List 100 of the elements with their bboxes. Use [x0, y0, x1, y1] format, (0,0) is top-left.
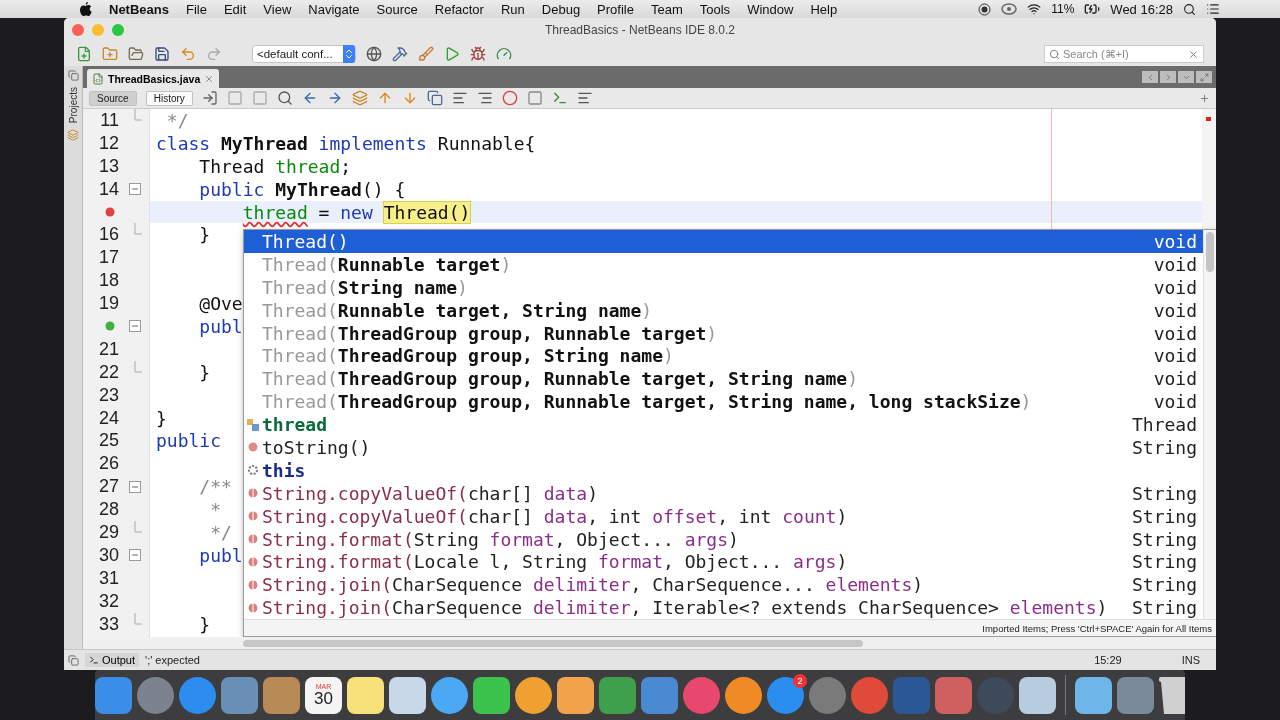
app-icon[interactable] — [557, 676, 594, 714]
completion-item[interactable]: Thread(String name) void — [244, 275, 1203, 299]
app-icon[interactable] — [263, 676, 300, 714]
maximize-window-button[interactable] — [112, 24, 124, 36]
layers-icon[interactable] — [67, 129, 79, 142]
globe-icon[interactable] — [366, 46, 382, 62]
undo-icon[interactable] — [180, 46, 196, 62]
app-icon[interactable] — [1019, 676, 1056, 714]
battery-icon[interactable] — [1084, 1, 1101, 17]
app-menu[interactable]: NetBeans — [109, 1, 169, 17]
scrollbar-thumb[interactable] — [243, 639, 863, 647]
layers-icon[interactable] — [351, 90, 368, 106]
completion-item[interactable]: Thread(Runnable target) void — [244, 252, 1203, 276]
file-plus-icon[interactable] — [76, 46, 92, 62]
menu-item[interactable]: Team — [650, 1, 683, 17]
app-icon[interactable] — [431, 676, 468, 714]
search-icon[interactable] — [1183, 2, 1196, 16]
hammer-icon[interactable] — [392, 46, 408, 62]
completion-item[interactable]: Thread(ThreadGroup group, Runnable target, String name, long stackSize) void — [244, 390, 1203, 414]
close-window-button[interactable] — [72, 24, 84, 36]
fold-icon[interactable] — [129, 320, 141, 333]
app-icon[interactable]: 2 — [767, 676, 804, 714]
menu-item[interactable]: Tools — [699, 1, 731, 17]
app-icon[interactable] — [1074, 676, 1112, 714]
align-left-icon[interactable] — [576, 90, 593, 106]
completion-text: String.join(CharSequence delimiter, Iterable<? extends CharSequence> elements) — [262, 597, 1109, 619]
record-icon[interactable] — [978, 2, 992, 16]
brush-icon[interactable] — [418, 46, 434, 62]
window-icon[interactable] — [67, 70, 79, 81]
tab-list-button[interactable] — [1178, 71, 1194, 83]
plus-icon[interactable] — [1199, 92, 1210, 104]
scroll-left-button[interactable] — [1142, 71, 1158, 83]
completion-item[interactable]: String.format(Locale l, String format, Object... args) String — [244, 550, 1203, 574]
completion-item[interactable]: Thread(Runnable target, String name) void — [244, 298, 1203, 322]
menu-item[interactable]: Profile — [597, 1, 634, 17]
list-icon[interactable] — [1206, 2, 1220, 16]
bug-icon[interactable] — [470, 46, 486, 62]
window-icon[interactable] — [68, 654, 79, 666]
completion-item[interactable]: thread Thread — [244, 413, 1203, 436]
save-icon[interactable] — [154, 46, 170, 62]
completion-item[interactable]: Thread() void — [244, 230, 1203, 253]
gauge-icon[interactable] — [496, 46, 512, 62]
app-icon[interactable] — [725, 676, 762, 714]
menu-item[interactable]: Window — [747, 1, 794, 17]
align-right-icon[interactable] — [476, 90, 493, 106]
search-field[interactable]: Search (⌘+I) — [1044, 45, 1204, 63]
completion-item[interactable]: String.join(CharSequence delimiter, CharSequence... elements) String — [244, 573, 1203, 597]
copy-icon[interactable] — [426, 90, 443, 106]
app-icon[interactable] — [389, 676, 426, 714]
configuration-dropdown[interactable]: <default conf... — [252, 45, 356, 63]
app-icon[interactable] — [347, 676, 384, 714]
folder-icon[interactable] — [128, 46, 144, 62]
completion-item[interactable]: Thread(ThreadGroup group, Runnable target, String name) void — [244, 367, 1203, 391]
fold-icon[interactable] — [129, 183, 141, 196]
align-left-icon[interactable] — [451, 90, 468, 106]
maximize-button[interactable] — [1196, 71, 1212, 83]
menu-clock[interactable]: Wed 16:28 — [1110, 1, 1173, 17]
completion-item[interactable]: String.join(CharSequence delimiter, Iterable<? extends CharSequence> elements) String — [244, 596, 1203, 620]
completion-item[interactable]: Thread(ThreadGroup group, Runnable target) void — [244, 321, 1203, 345]
view-button[interactable]: History — [145, 90, 193, 106]
play-icon[interactable] — [444, 46, 460, 62]
arrow-into-box-icon[interactable] — [201, 90, 218, 106]
menu-item[interactable]: File — [185, 1, 207, 17]
completion-item[interactable]: this — [244, 458, 1203, 482]
insert-mode: INS — [1181, 654, 1200, 666]
trash-icon[interactable] — [1158, 676, 1185, 714]
close-icon[interactable] — [204, 73, 215, 84]
editor-tab[interactable]: ThreadBasics.java — [87, 69, 220, 88]
side-tab[interactable]: Projects — [67, 87, 79, 124]
scroll-right-button[interactable] — [1160, 71, 1176, 83]
menu-item[interactable]: Refactor — [434, 1, 484, 17]
apple-icon[interactable] — [80, 2, 92, 16]
view-button[interactable]: Source — [89, 90, 137, 106]
app-icon[interactable] — [473, 676, 510, 714]
scrollbar-thumb[interactable] — [1206, 232, 1214, 272]
menu-item[interactable]: Navigate — [308, 1, 360, 17]
terminal-icon[interactable] — [551, 90, 568, 106]
menu-item[interactable]: Help — [810, 1, 838, 17]
menu-item[interactable]: Edit — [223, 1, 247, 17]
output-button[interactable]: Output — [85, 653, 140, 667]
return-type: void — [1152, 299, 1198, 321]
stop-icon[interactable] — [526, 90, 543, 106]
wifi-icon[interactable] — [1027, 2, 1042, 16]
folder-plus-icon[interactable] — [102, 46, 118, 62]
redo-icon[interactable] — [206, 46, 222, 62]
menu-item[interactable]: Debug — [541, 1, 581, 17]
app-icon[interactable] — [515, 676, 552, 714]
search-icon[interactable] — [276, 90, 293, 106]
completion-item[interactable]: String.copyValueOf(char[] data) String — [244, 481, 1203, 505]
completion-item[interactable]: toString() String — [244, 436, 1203, 459]
completion-item[interactable]: Thread(ThreadGroup group, String name) void — [244, 344, 1203, 368]
menu-item[interactable]: View — [263, 1, 292, 17]
completion-item[interactable]: String.format(String format, Object... args) String — [244, 527, 1203, 551]
fold-icon[interactable] — [129, 480, 141, 493]
menu-item[interactable]: Source — [376, 1, 418, 17]
completion-item[interactable]: String.copyValueOf(char[] data, int offset, int count) String — [244, 504, 1203, 528]
search-input[interactable]: Search (⌘+I) — [1063, 48, 1185, 60]
fold-icon[interactable] — [129, 549, 141, 562]
menu-item[interactable]: Run — [500, 1, 525, 17]
clear-icon[interactable] — [1188, 48, 1199, 60]
